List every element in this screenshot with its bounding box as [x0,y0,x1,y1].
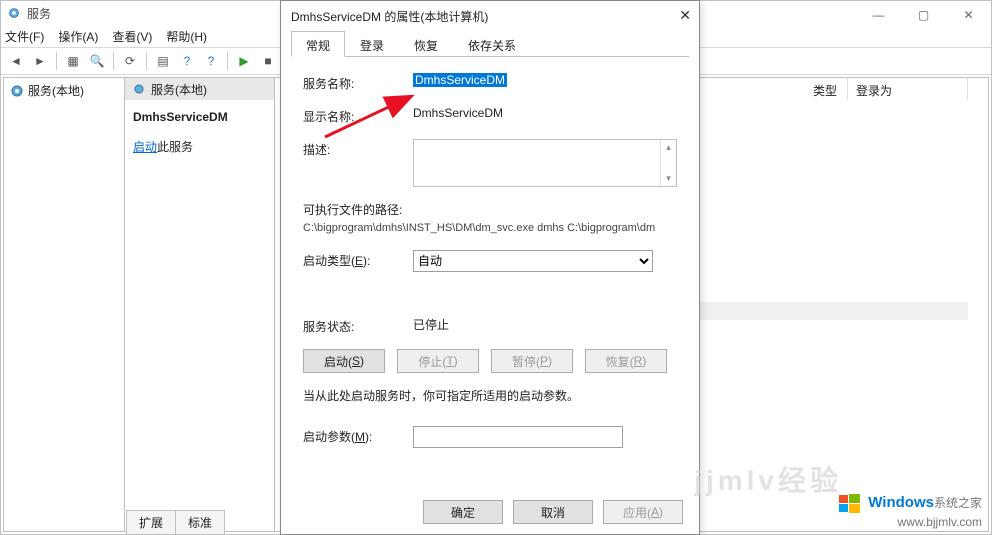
stop-button: 停止(T) [397,349,479,373]
value-exe-path: C:\bigprogram\dmhs\INST_HS\DM\dm_svc.exe… [303,222,677,234]
start-service-link-line: 启动此服务 [133,138,266,155]
properties-button[interactable]: ▦ [62,50,84,72]
apply-button: 应用(A) [603,500,683,524]
cancel-button[interactable]: 取消 [513,500,593,524]
label-exe-path: 可执行文件的路径: [303,201,677,218]
window-title: 服务 [27,5,51,22]
dialog-tabs: 常规 登录 恢复 依存关系 [291,31,689,57]
minimize-button[interactable]: — [856,1,901,29]
properties-dialog: DmhsServiceDM 的属性(本地计算机) ✕ 常规 登录 恢复 依存关系… [280,0,700,535]
help-button[interactable]: ? [176,50,198,72]
start-service-button[interactable]: ▶ [233,50,255,72]
services-icon [7,6,21,20]
detail-header: 服务(本地) [125,78,274,100]
dialog-title: DmhsServiceDM 的属性(本地计算机) [291,8,488,25]
back-button[interactable]: ◄ [5,50,27,72]
tab-standard[interactable]: 标准 [175,510,225,534]
tab-login[interactable]: 登录 [345,31,399,57]
label-service-name: 服务名称: [303,73,413,92]
label-start-params: 启动参数(M): [303,426,413,445]
ok-button[interactable]: 确定 [423,500,503,524]
gear-icon [133,83,145,95]
value-service-status: 已停止 [413,316,677,333]
watermark-faint: jjmlv经验 [694,459,842,499]
column-login-as[interactable]: 登录为 [848,78,968,100]
menu-action[interactable]: 操作(A) [58,28,98,45]
tab-extended[interactable]: 扩展 [126,510,176,534]
menu-view[interactable]: 查看(V) [112,28,152,45]
watermark: Windows系统之家 www.bjjmlv.com [839,493,982,529]
start-note: 当从此处启动服务时，你可指定所适用的启动参数。 [303,387,677,404]
refresh-button[interactable]: ⟳ [119,50,141,72]
tab-recovery[interactable]: 恢复 [399,31,453,57]
export-button[interactable]: ▤ [152,50,174,72]
resume-button: 恢复(R) [585,349,667,373]
windows-logo-icon [839,493,861,515]
tab-general[interactable]: 常规 [291,31,345,57]
startup-type-select[interactable]: 自动 [413,250,653,272]
filter-button[interactable]: 🔍 [86,50,108,72]
start-service-link[interactable]: 启动 [133,140,157,154]
selected-service-name: DmhsServiceDM [133,110,266,124]
close-button[interactable]: ✕ [946,1,991,29]
value-display-name: DmhsServiceDM [413,106,677,120]
value-service-name[interactable]: DmhsServiceDM [413,73,507,87]
description-textarea[interactable]: ▴▾ [413,139,677,187]
pause-button: 暂停(P) [491,349,573,373]
menu-help[interactable]: 帮助(H) [166,28,207,45]
tree-root[interactable]: 服务(本地) [10,82,118,99]
tree-panel: 服务(本地) [3,77,125,532]
start-button[interactable]: 启动(S) [303,349,385,373]
menu-file[interactable]: 文件(F) [5,28,44,45]
help-button2[interactable]: ? [200,50,222,72]
column-type[interactable]: 类型 [805,78,848,100]
stop-service-button[interactable]: ■ [257,50,279,72]
gear-icon [10,84,24,98]
start-params-input[interactable] [413,426,623,448]
scrollbar[interactable]: ▴▾ [660,140,676,186]
dialog-close-button[interactable]: ✕ [679,7,691,24]
forward-button[interactable]: ► [29,50,51,72]
label-startup-type: 启动类型(E): [303,250,413,269]
label-service-status: 服务状态: [303,316,413,335]
label-display-name: 显示名称: [303,106,413,125]
bottom-tabs: 扩展 标准 [126,510,224,534]
tab-dependencies[interactable]: 依存关系 [453,31,531,57]
maximize-button[interactable]: ▢ [901,1,946,29]
detail-panel: 服务(本地) DmhsServiceDM 启动此服务 [125,77,275,532]
dialog-title-bar: DmhsServiceDM 的属性(本地计算机) ✕ [281,1,699,31]
watermark-url: www.bjjmlv.com [839,515,982,529]
label-description: 描述: [303,139,413,158]
